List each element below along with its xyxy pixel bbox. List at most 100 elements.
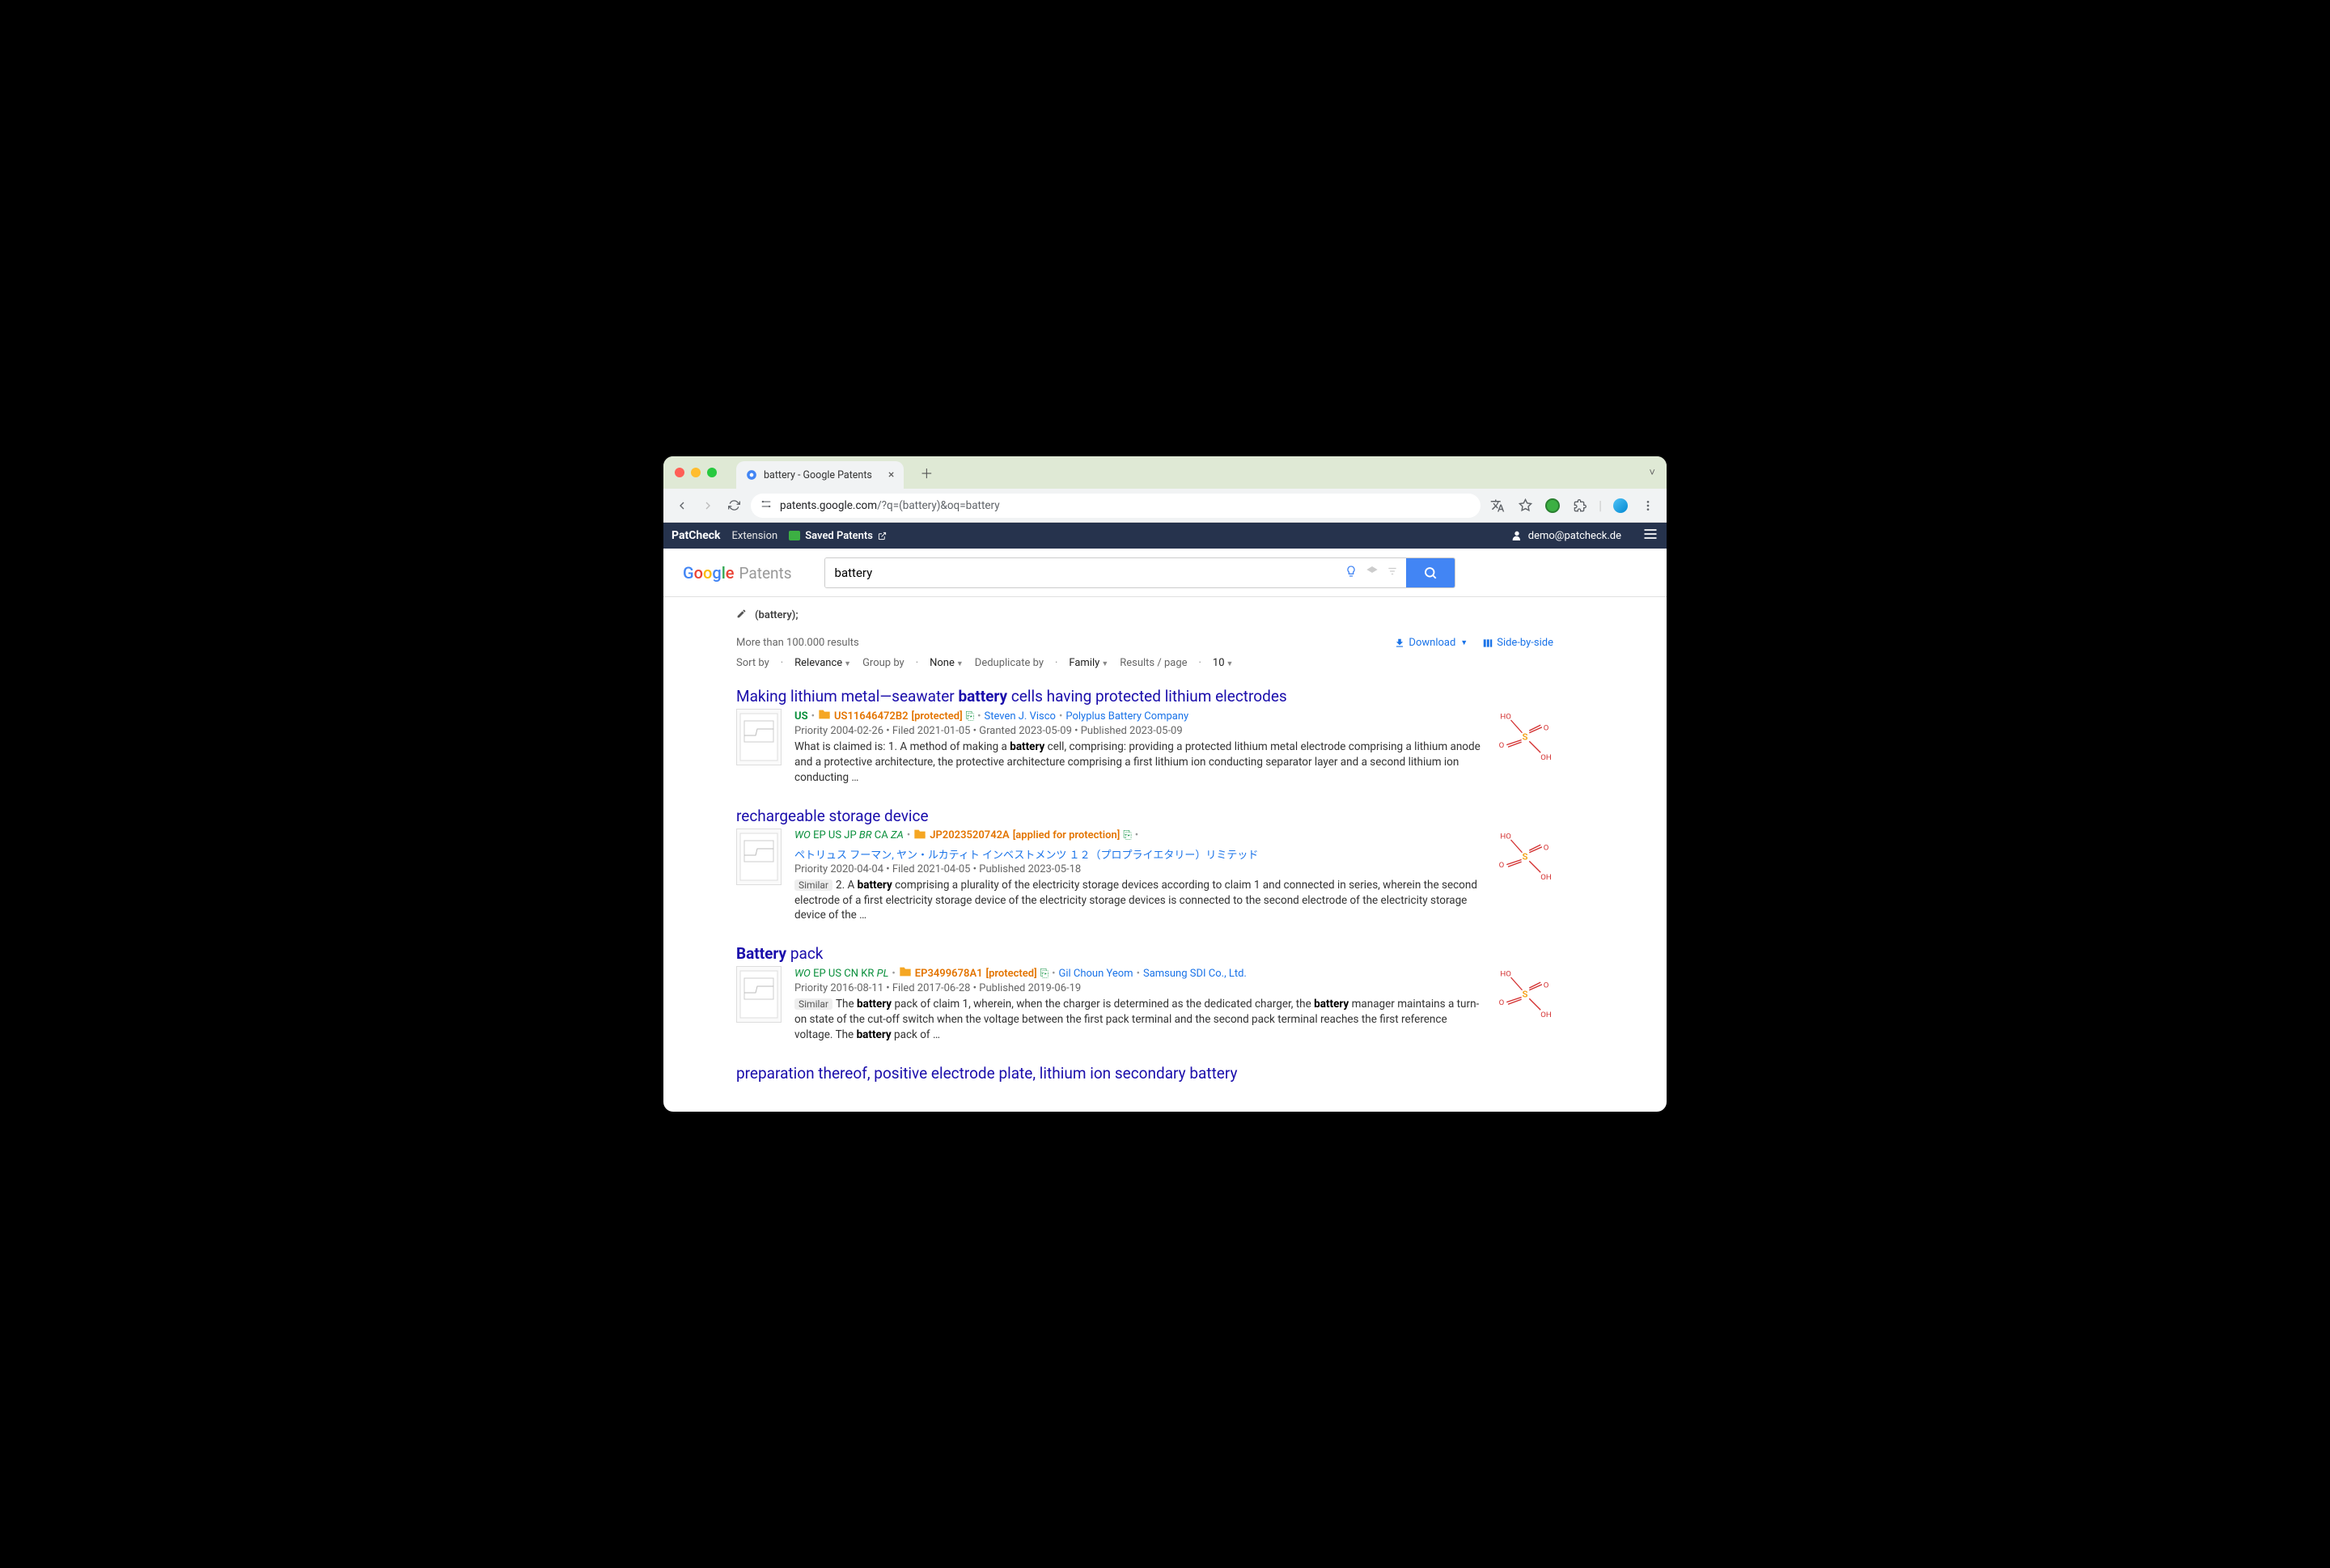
traffic-lights (675, 468, 717, 477)
svg-text:+: + (922, 833, 926, 840)
svg-text:O: O (1499, 741, 1505, 750)
tips-icon[interactable] (1345, 565, 1358, 581)
url-text: patents.google.com/?q=(battery)&oq=batte… (780, 499, 1000, 512)
search-result: rechargeable storage device WO EP US JP … (736, 807, 1553, 924)
tab-close-icon[interactable]: × (888, 468, 894, 481)
result-thumbnail[interactable] (736, 966, 782, 1023)
patcheck-logo: PatCheck (671, 529, 721, 542)
result-count: More than 100.000 results (736, 637, 859, 649)
sort-select[interactable]: Relevance▼ (794, 657, 851, 669)
scholar-icon[interactable] (1366, 565, 1379, 581)
reload-button[interactable] (725, 497, 743, 515)
browser-tab[interactable]: battery - Google Patents × (736, 461, 904, 489)
svg-text:O: O (1499, 998, 1505, 1007)
patcheck-menu-icon[interactable] (1642, 526, 1659, 545)
add-to-folder-icon[interactable]: + (818, 709, 831, 723)
user-icon (1510, 529, 1523, 542)
search-result: Making lithium metal—seawater battery ce… (736, 687, 1553, 786)
close-window[interactable] (675, 468, 684, 477)
svg-text:OH: OH (1540, 873, 1552, 882)
query-edit-line[interactable]: (battery); (736, 608, 1553, 622)
saved-patents-link[interactable]: Saved Patents (789, 530, 887, 542)
sort-label: Sort by (736, 657, 769, 669)
patcheck-ext-label: Extension (732, 530, 778, 542)
extensions-icon[interactable] (1571, 497, 1589, 515)
download-button[interactable]: Download ▼ (1394, 637, 1468, 649)
svg-text:HO: HO (1500, 832, 1511, 841)
svg-text:OH: OH (1540, 753, 1552, 762)
search-button[interactable] (1406, 558, 1455, 587)
titlebar: battery - Google Patents × ＋ ˅ (663, 456, 1667, 489)
country-codes: US (794, 710, 808, 723)
results-area: (battery); More than 100.000 results Dow… (663, 597, 1667, 1112)
chem-structure-icon: HO O O OH S (1497, 966, 1553, 1023)
result-snippet: What is claimed is: 1. A method of makin… (794, 740, 1484, 786)
toolbar-right: | (1489, 497, 1657, 515)
group-label: Group by (862, 657, 904, 669)
result-title[interactable]: Battery pack (736, 944, 1553, 963)
dedup-select[interactable]: Family▼ (1069, 657, 1108, 669)
svg-text:HO: HO (1500, 712, 1511, 721)
chrome-menu-icon[interactable] (1639, 497, 1657, 515)
result-controls: Sort by· Relevance▼ Group by· None▼ Dedu… (736, 657, 1553, 669)
patents-header: Google Patents (663, 549, 1667, 597)
tabs-dropdown-icon[interactable]: ˅ (1649, 466, 1655, 479)
browser-window: battery - Google Patents × ＋ ˅ patents.g… (663, 456, 1667, 1112)
minimize-window[interactable] (691, 468, 701, 477)
patent-id[interactable]: JP2023520742A (930, 829, 1010, 841)
sidebyside-button[interactable]: Side-by-side (1482, 637, 1553, 649)
patent-id[interactable]: US11646472B2 (834, 710, 909, 723)
google-patents-logo[interactable]: Google Patents (683, 563, 792, 583)
svg-text:HO: HO (1500, 970, 1511, 979)
site-settings-icon[interactable] (760, 498, 772, 513)
profile-icon[interactable] (1612, 497, 1629, 515)
svg-text:O: O (1544, 723, 1549, 732)
new-tab-button[interactable]: ＋ (918, 464, 934, 481)
result-dates: Priority 2004-02-26 • Filed 2021-01-05 •… (794, 725, 1484, 737)
translate-icon[interactable] (1489, 497, 1506, 515)
country-codes: WO EP US JP BR CA ZA (794, 829, 904, 841)
maximize-window[interactable] (707, 468, 717, 477)
result-thumbnail[interactable] (736, 828, 782, 885)
rpp-label: Results / page (1120, 657, 1187, 669)
group-select[interactable]: None▼ (930, 657, 964, 669)
result-title[interactable]: rechargeable storage device (736, 807, 1553, 825)
similar-badge[interactable]: Similar (794, 879, 832, 891)
search-input[interactable] (825, 558, 1337, 587)
result-snippet: SimilarThe battery pack of claim 1, wher… (794, 997, 1484, 1043)
svg-text:OH: OH (1540, 1011, 1552, 1019)
similar-badge[interactable]: Similar (794, 998, 832, 1010)
country-codes: WO EP US CN KR PL (794, 968, 888, 980)
browser-toolbar: patents.google.com/?q=(battery)&oq=batte… (663, 489, 1667, 523)
chem-structure-icon: HO O O OH S (1497, 709, 1553, 765)
next-result-title[interactable]: preparation thereof, positive electrode … (736, 1064, 1553, 1083)
patcheck-user[interactable]: demo@patcheck.de (1510, 529, 1621, 542)
rpp-select[interactable]: 10▼ (1213, 657, 1234, 669)
add-to-folder-icon[interactable]: + (913, 828, 926, 843)
patent-id[interactable]: EP3499678A1 (915, 968, 983, 980)
search-result: Battery pack WO EP US CN KR PL • + EP349… (736, 944, 1553, 1043)
forward-button[interactable] (699, 497, 717, 515)
result-title[interactable]: Making lithium metal—seawater battery ce… (736, 687, 1553, 706)
filters-icon[interactable] (1387, 565, 1398, 580)
query-text: (battery); (755, 609, 799, 621)
chem-structure-icon: HO O O OH S (1497, 828, 1553, 885)
svg-text:O: O (1544, 981, 1549, 990)
status-badge: [applied for protection] (1013, 829, 1121, 841)
bookmark-icon[interactable] (1516, 497, 1534, 515)
folder-icon (789, 531, 800, 540)
pencil-icon (736, 608, 747, 622)
svg-text:S: S (1523, 731, 1528, 743)
extension-patcheck-icon[interactable] (1544, 497, 1561, 515)
url-bar[interactable]: patents.google.com/?q=(battery)&oq=batte… (751, 494, 1481, 518)
search-bar (824, 557, 1455, 588)
svg-text:S: S (1523, 989, 1528, 1000)
external-link-icon (878, 532, 887, 540)
svg-text:S: S (1523, 850, 1528, 862)
result-thumbnail[interactable] (736, 709, 782, 765)
add-to-folder-icon[interactable]: + (899, 966, 912, 981)
patcheck-bar: PatCheck Extension Saved Patents demo@pa… (663, 523, 1667, 549)
svg-text:O: O (1499, 861, 1505, 870)
back-button[interactable] (673, 497, 691, 515)
result-dates: Priority 2016-08-11 • Filed 2017-06-28 •… (794, 982, 1484, 994)
